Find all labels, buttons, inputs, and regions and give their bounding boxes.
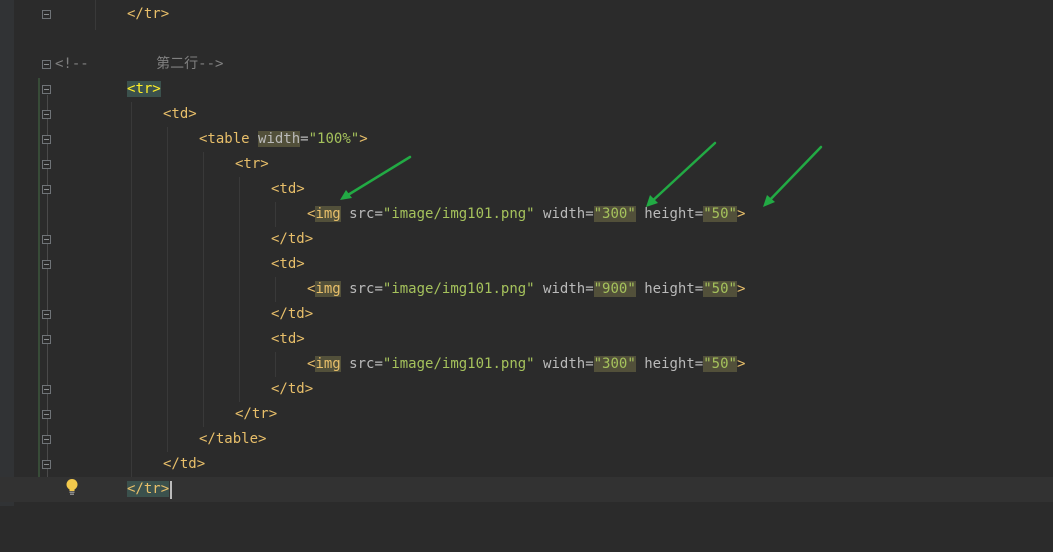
code-editor[interactable]: </tr> <!-- 第二行--> <tr> <td> <table width…: [0, 0, 1053, 506]
code-line[interactable]: </tr>: [0, 2, 1053, 27]
open-td-tag: <td>: [163, 106, 197, 122]
code-line[interactable]: <!-- 第二行-->: [0, 52, 1053, 77]
img-tag-3: <img src="image/img101.png" width="300" …: [307, 356, 746, 372]
matched-tag-close: </tr>: [127, 481, 170, 497]
td-close-outer: </td>: [163, 456, 206, 472]
current-code-line[interactable]: </tr>: [0, 477, 1053, 502]
table-tag: <table width="100%">: [199, 131, 368, 147]
code-line[interactable]: <tr>: [0, 152, 1053, 177]
code-line[interactable]: <img src="image/img101.png" width="900" …: [0, 277, 1053, 302]
code-line[interactable]: </td>: [0, 452, 1053, 477]
code-line[interactable]: <td>: [0, 327, 1053, 352]
td-close-b: </td>: [271, 306, 314, 322]
code-line[interactable]: <td>: [0, 177, 1053, 202]
td-open-b: <td>: [271, 256, 305, 272]
img-tag-1: <img src="image/img101.png" width="300" …: [307, 206, 746, 222]
td-close-a: </td>: [271, 231, 314, 247]
code-line[interactable]: </td>: [0, 377, 1053, 402]
code-line[interactable]: </td>: [0, 227, 1053, 252]
img-tag-2: <img src="image/img101.png" width="900" …: [307, 281, 746, 297]
code-line[interactable]: </table>: [0, 427, 1053, 452]
code-line[interactable]: <table width="100%">: [0, 127, 1053, 152]
matched-tag-open: <tr>: [127, 81, 161, 97]
code-line[interactable]: <td>: [0, 102, 1053, 127]
code-line[interactable]: <img src="image/img101.png" width="300" …: [0, 352, 1053, 377]
close-tr-matched: </tr>: [127, 477, 170, 502]
open-tr-tag: <tr>: [127, 77, 161, 102]
code-line[interactable]: </tr>: [0, 402, 1053, 427]
table-close-tag: </table>: [199, 431, 267, 447]
inner-tr-close: </tr>: [235, 406, 278, 422]
inner-tr-open: <tr>: [235, 156, 269, 172]
td-open-c: <td>: [271, 331, 305, 347]
code-line[interactable]: <img src="image/img101.png" width="300" …: [0, 202, 1053, 227]
td-close-c: </td>: [271, 381, 314, 397]
text-caret: [170, 481, 172, 499]
td-open-a: <td>: [271, 181, 305, 197]
close-tr-tag: </tr>: [127, 6, 170, 22]
lightbulb-icon[interactable]: [65, 478, 79, 496]
code-line[interactable]: </td>: [0, 302, 1053, 327]
html-comment: <!-- 第二行-->: [55, 56, 224, 72]
code-line[interactable]: <td>: [0, 252, 1053, 277]
code-line[interactable]: <tr>: [0, 77, 1053, 102]
